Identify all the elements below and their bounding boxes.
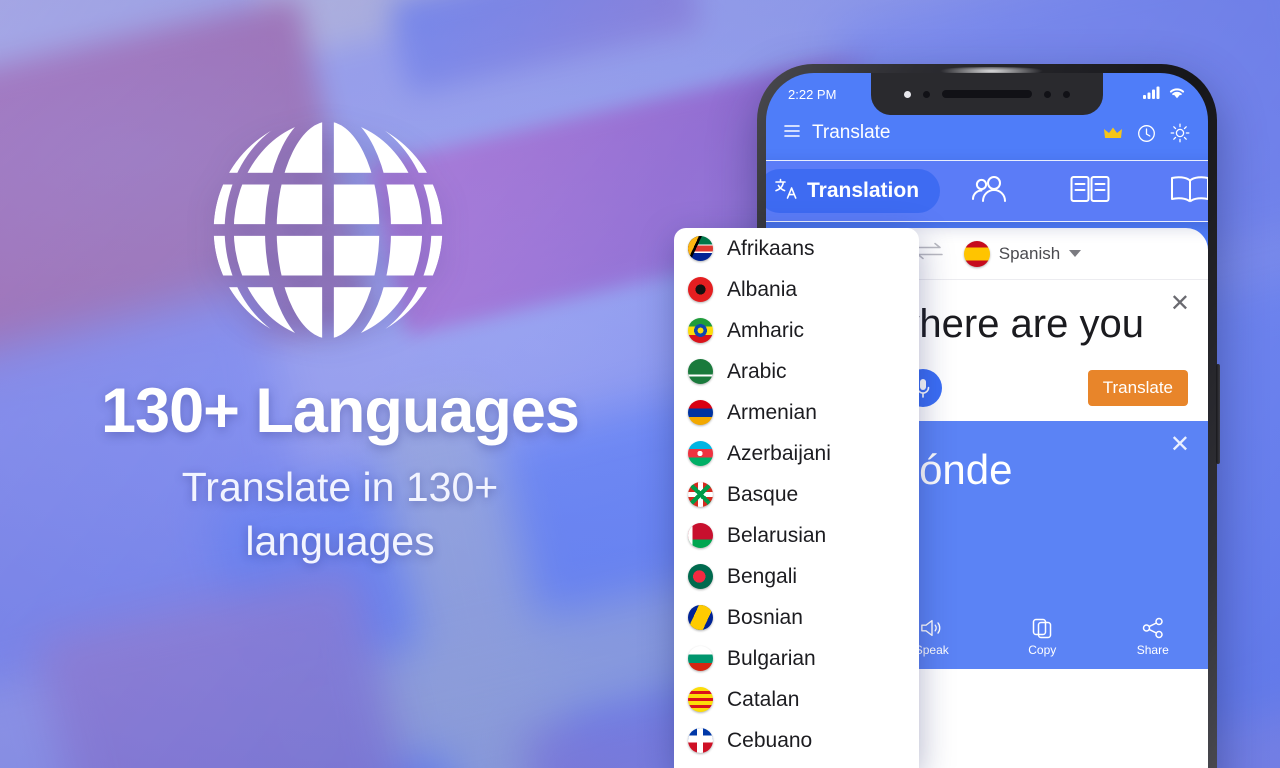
list-item[interactable]: Amharic xyxy=(674,310,919,351)
tab-translation[interactable]: Translation xyxy=(766,169,941,213)
front-camera-icon xyxy=(904,90,911,98)
tab-conversation[interactable] xyxy=(940,174,1040,209)
language-dropdown-list[interactable]: Afrikaans Albania Amharic Arabic Armenia… xyxy=(674,228,919,768)
list-item-label: Cebuano xyxy=(727,728,813,752)
list-item-label: Basque xyxy=(727,482,799,506)
chevron-down-icon[interactable] xyxy=(1069,250,1082,257)
flag-icon-bg xyxy=(688,646,713,671)
list-item[interactable]: Basque xyxy=(674,474,919,515)
list-item[interactable]: Bengali xyxy=(674,556,919,597)
list-item[interactable]: Catalan xyxy=(674,679,919,720)
list-item[interactable]: Azerbaijani xyxy=(674,433,919,474)
list-item-label: Catalan xyxy=(727,687,800,711)
share-action[interactable]: Share xyxy=(1098,617,1209,657)
flag-icon-bd xyxy=(688,564,713,589)
flag-icon-cat xyxy=(688,687,713,712)
close-icon[interactable]: ✕ xyxy=(1170,432,1190,457)
copy-action-label: Copy xyxy=(1028,642,1057,657)
phone-notch xyxy=(871,73,1103,115)
tab-phrasebook[interactable] xyxy=(1040,174,1140,209)
list-item-label: Amharic xyxy=(727,318,805,342)
page-subtitle: Translate in 130+ languages xyxy=(181,464,499,565)
sensor-dot xyxy=(923,90,930,98)
flag-icon-eu xyxy=(688,482,713,507)
flag-icon-et xyxy=(688,318,713,343)
translate-button[interactable]: Translate xyxy=(1087,369,1188,406)
app-bar: Translate xyxy=(766,115,1208,151)
hamburger-menu-icon[interactable] xyxy=(784,124,802,143)
earpiece-speaker xyxy=(942,90,1032,98)
list-item-label: Bulgarian xyxy=(727,646,816,670)
flag-icon-by xyxy=(688,523,713,548)
list-item[interactable]: Cebuano xyxy=(674,720,919,761)
cellular-signal-icon xyxy=(1143,86,1160,102)
speak-action-label: Speak xyxy=(914,642,949,657)
list-item[interactable]: Bosnian xyxy=(674,597,919,638)
target-language-selector[interactable]: Spanish xyxy=(963,240,1082,267)
flag-icon-es xyxy=(963,240,990,267)
app-title: Translate xyxy=(812,122,891,143)
tab-bar: Translation xyxy=(766,160,1208,222)
flag-icon-ba xyxy=(688,605,713,630)
list-item[interactable]: Arabic xyxy=(674,351,919,392)
close-icon[interactable]: ✕ xyxy=(1170,292,1190,316)
list-item-label: Afrikaans xyxy=(727,236,815,260)
globe-icon xyxy=(198,100,458,360)
promo-screenshot: 130+ Languages Translate in 130+ languag… xyxy=(0,0,1280,768)
list-item-label: Albania xyxy=(727,277,798,301)
premium-crown-icon[interactable] xyxy=(1103,126,1123,141)
target-language-label: Spanish xyxy=(998,243,1061,263)
status-time: 2:22 PM xyxy=(788,86,837,102)
list-item-label: Belarusian xyxy=(727,523,827,547)
list-item-label: Bengali xyxy=(727,564,798,588)
hero-block: 130+ Languages Translate in 130+ languag… xyxy=(0,100,680,568)
list-item[interactable]: Bulgarian xyxy=(674,638,919,679)
list-item-label: Bosnian xyxy=(727,605,803,629)
page-title: 130+ Languages xyxy=(101,376,580,446)
list-item-label: Armenian xyxy=(727,400,817,424)
share-action-label: Share xyxy=(1136,642,1169,657)
list-item[interactable]: Albania xyxy=(674,269,919,310)
list-item-label: Arabic xyxy=(727,359,787,383)
tab-translation-label: Translation xyxy=(807,179,920,202)
history-clock-icon[interactable] xyxy=(1137,124,1156,143)
dictionary-book-icon xyxy=(1169,174,1208,209)
list-item-label: Azerbaijani xyxy=(727,441,831,465)
sensor-dot xyxy=(1063,90,1070,98)
wifi-icon xyxy=(1168,86,1186,102)
flag-icon-sa xyxy=(688,359,713,384)
flag-icon-az xyxy=(688,441,713,466)
flag-icon-za xyxy=(688,236,713,261)
list-item[interactable]: Afrikaans xyxy=(674,228,919,269)
flag-icon-al xyxy=(688,277,713,302)
flag-icon-ph xyxy=(688,728,713,753)
copy-action[interactable]: Copy xyxy=(987,617,1098,657)
flag-icon-am xyxy=(688,400,713,425)
sensor-dot xyxy=(1044,90,1051,98)
translate-icon xyxy=(775,178,798,205)
list-item[interactable]: Armenian xyxy=(674,392,919,433)
list-item[interactable]: Belarusian xyxy=(674,515,919,556)
tab-dictionary[interactable] xyxy=(1140,174,1208,209)
phrasebook-columns-icon xyxy=(1070,174,1110,209)
conversation-people-icon xyxy=(971,174,1009,209)
phone-power-button[interactable] xyxy=(1216,364,1220,464)
brightness-sun-icon[interactable] xyxy=(1170,123,1190,143)
